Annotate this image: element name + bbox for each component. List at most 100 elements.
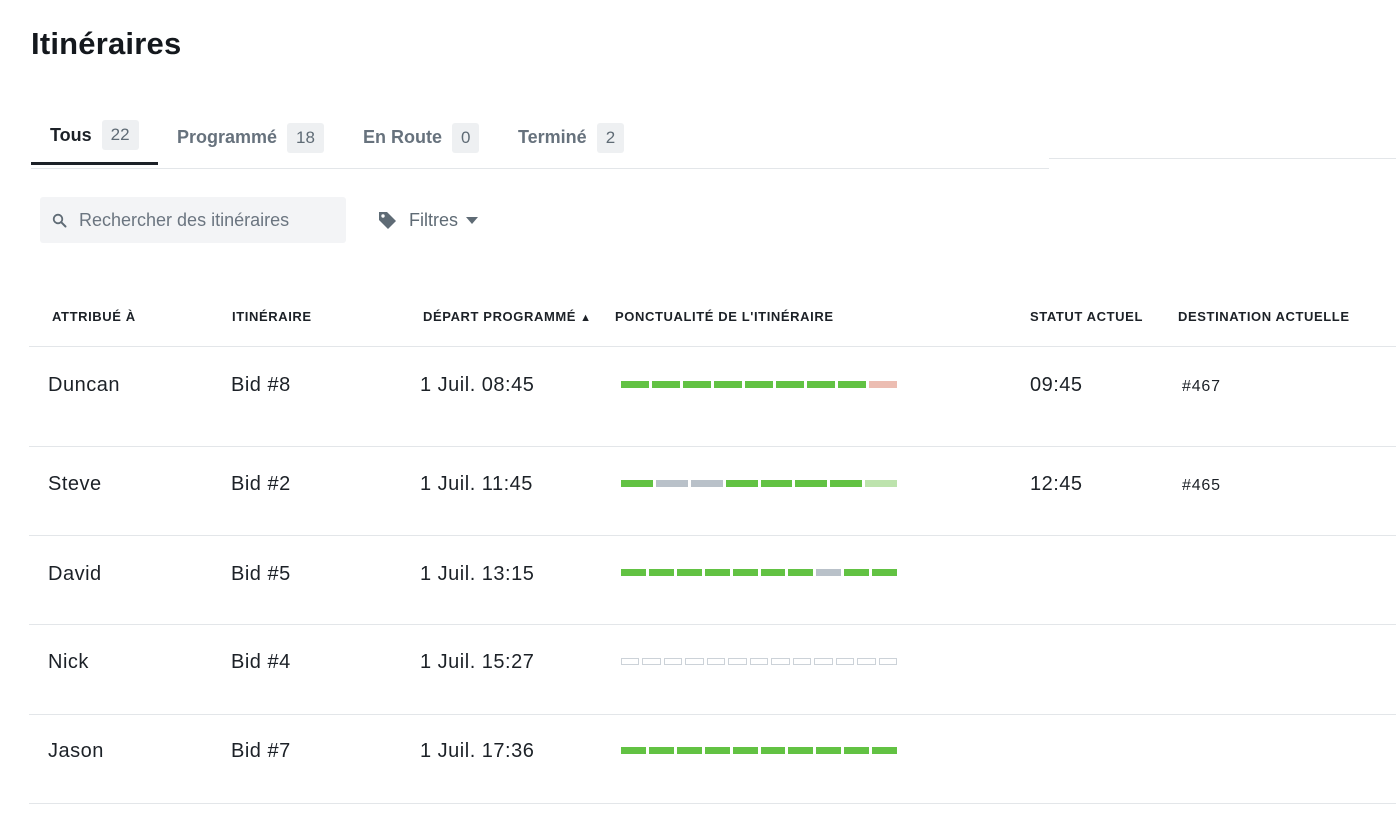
tab-bar: Tous 22 Programmé 18 En Route 0 Terminé … <box>31 108 1049 169</box>
punctuality-segment <box>816 747 842 754</box>
column-header-punctuality[interactable]: PONCTUALITÉ DE L'ITINÉRAIRE <box>615 309 834 324</box>
column-header-assigned[interactable]: ATTRIBUÉ À <box>52 309 136 324</box>
punctuality-segment <box>676 569 702 576</box>
punctuality-segment <box>685 658 704 665</box>
punctuality-segment <box>745 381 773 388</box>
column-header-destination[interactable]: DESTINATION ACTUELLE <box>1178 309 1350 324</box>
punctuality-segment <box>857 658 876 665</box>
punctuality-segment <box>872 747 898 754</box>
punctuality-segment <box>704 569 730 576</box>
tab-label: Tous <box>50 124 92 145</box>
tab-count-badge: 18 <box>287 122 324 153</box>
cell-assigned: Jason <box>48 740 104 762</box>
punctuality-segment <box>655 480 688 487</box>
punctuality-segment <box>621 747 646 754</box>
punctuality-segment <box>760 569 786 576</box>
sort-ascending-icon: ▲ <box>580 312 592 324</box>
punctuality-bar <box>621 480 897 487</box>
punctuality-segment <box>878 658 898 665</box>
punctuality-segment <box>788 569 814 576</box>
column-header-status[interactable]: STATUT ACTUEL <box>1030 309 1143 324</box>
punctuality-segment <box>621 658 640 665</box>
cell-route: Bid #8 <box>231 374 291 396</box>
cell-assigned: Duncan <box>48 374 120 396</box>
cell-destination: #467 <box>1182 378 1221 395</box>
table-row[interactable]: Duncan Bid #8 1 Juil. 08:45 09:45 #467 <box>29 347 1396 447</box>
search-input[interactable] <box>77 208 341 232</box>
punctuality-segment <box>838 381 866 388</box>
table-row[interactable]: Steve Bid #2 1 Juil. 11:45 12:45 #465 <box>29 447 1396 536</box>
column-header-departure-label: DÉPART PROGRAMMÉ <box>423 309 577 324</box>
punctuality-segment <box>807 381 835 388</box>
punctuality-segment <box>732 747 758 754</box>
cell-assigned: Steve <box>48 473 102 495</box>
tab-en-route[interactable]: En Route 0 <box>363 108 480 167</box>
cell-assigned: Nick <box>48 651 89 673</box>
search-box[interactable] <box>40 197 346 243</box>
punctuality-segment <box>776 381 804 388</box>
column-header-departure[interactable]: DÉPART PROGRAMMÉ ▲ <box>423 309 592 324</box>
cell-route: Bid #7 <box>231 740 291 762</box>
punctuality-segment <box>732 569 758 576</box>
cell-route: Bid #4 <box>231 651 291 673</box>
table-row[interactable]: Jason Bid #7 1 Juil. 17:36 <box>29 715 1396 804</box>
table-header: ATTRIBUÉ À ITINÉRAIRE DÉPART PROGRAMMÉ ▲ … <box>29 296 1396 347</box>
cell-status: 09:45 <box>1030 374 1083 396</box>
tab-programme[interactable]: Programmé 18 <box>177 108 324 167</box>
table-row[interactable]: David Bid #5 1 Juil. 13:15 <box>29 536 1396 625</box>
cell-route: Bid #2 <box>231 473 291 495</box>
punctuality-segment <box>830 480 863 487</box>
tag-icon <box>379 211 396 229</box>
punctuality-segment <box>749 658 769 665</box>
column-header-route[interactable]: ITINÉRAIRE <box>232 309 312 324</box>
punctuality-segment <box>844 747 870 754</box>
punctuality-segment <box>814 658 833 665</box>
cell-departure: 1 Juil. 08:45 <box>420 374 535 396</box>
punctuality-segment <box>621 569 646 576</box>
punctuality-bar <box>621 658 898 665</box>
search-icon <box>52 213 67 227</box>
punctuality-segment <box>663 658 683 665</box>
tab-count-badge: 22 <box>101 120 139 150</box>
filters-dropdown[interactable]: Filtres <box>377 206 478 234</box>
punctuality-bar <box>621 381 897 388</box>
punctuality-segment <box>706 658 726 665</box>
tab-label: Programmé <box>177 127 278 147</box>
punctuality-segment <box>728 658 747 665</box>
punctuality-segment <box>725 480 758 487</box>
punctuality-segment <box>788 747 814 754</box>
punctuality-segment <box>844 569 870 576</box>
cell-destination: #465 <box>1182 477 1221 494</box>
tab-count-badge: 2 <box>596 122 625 153</box>
page-title: Itinéraires <box>31 26 182 61</box>
table-row[interactable]: Nick Bid #4 1 Juil. 15:27 <box>29 625 1396 715</box>
punctuality-segment <box>771 658 790 665</box>
punctuality-segment <box>795 480 828 487</box>
punctuality-segment <box>690 480 723 487</box>
tab-label: Terminé <box>518 127 587 147</box>
cell-assigned: David <box>48 563 102 585</box>
cell-departure: 1 Juil. 15:27 <box>420 651 535 673</box>
caret-down-icon <box>466 216 478 224</box>
tabs-divider <box>1049 158 1396 159</box>
punctuality-segment <box>872 569 898 576</box>
punctuality-segment <box>869 381 897 388</box>
tab-label: En Route <box>363 127 442 147</box>
cell-departure: 1 Juil. 17:36 <box>420 740 535 762</box>
punctuality-bar <box>621 569 898 576</box>
punctuality-segment <box>642 658 661 665</box>
cell-route: Bid #5 <box>231 563 291 585</box>
cell-departure: 1 Juil. 13:15 <box>420 563 535 585</box>
tab-tous[interactable]: Tous 22 <box>31 108 158 165</box>
punctuality-segment <box>792 658 812 665</box>
cell-status: 12:45 <box>1030 473 1083 495</box>
punctuality-segment <box>760 480 793 487</box>
tab-count-badge: 0 <box>452 122 480 153</box>
tab-termine[interactable]: Terminé 2 <box>518 108 625 167</box>
cell-departure: 1 Juil. 11:45 <box>420 473 533 495</box>
punctuality-segment <box>621 381 649 388</box>
punctuality-segment <box>676 747 702 754</box>
punctuality-segment <box>648 747 674 754</box>
punctuality-segment <box>714 381 742 388</box>
punctuality-segment <box>683 381 711 388</box>
